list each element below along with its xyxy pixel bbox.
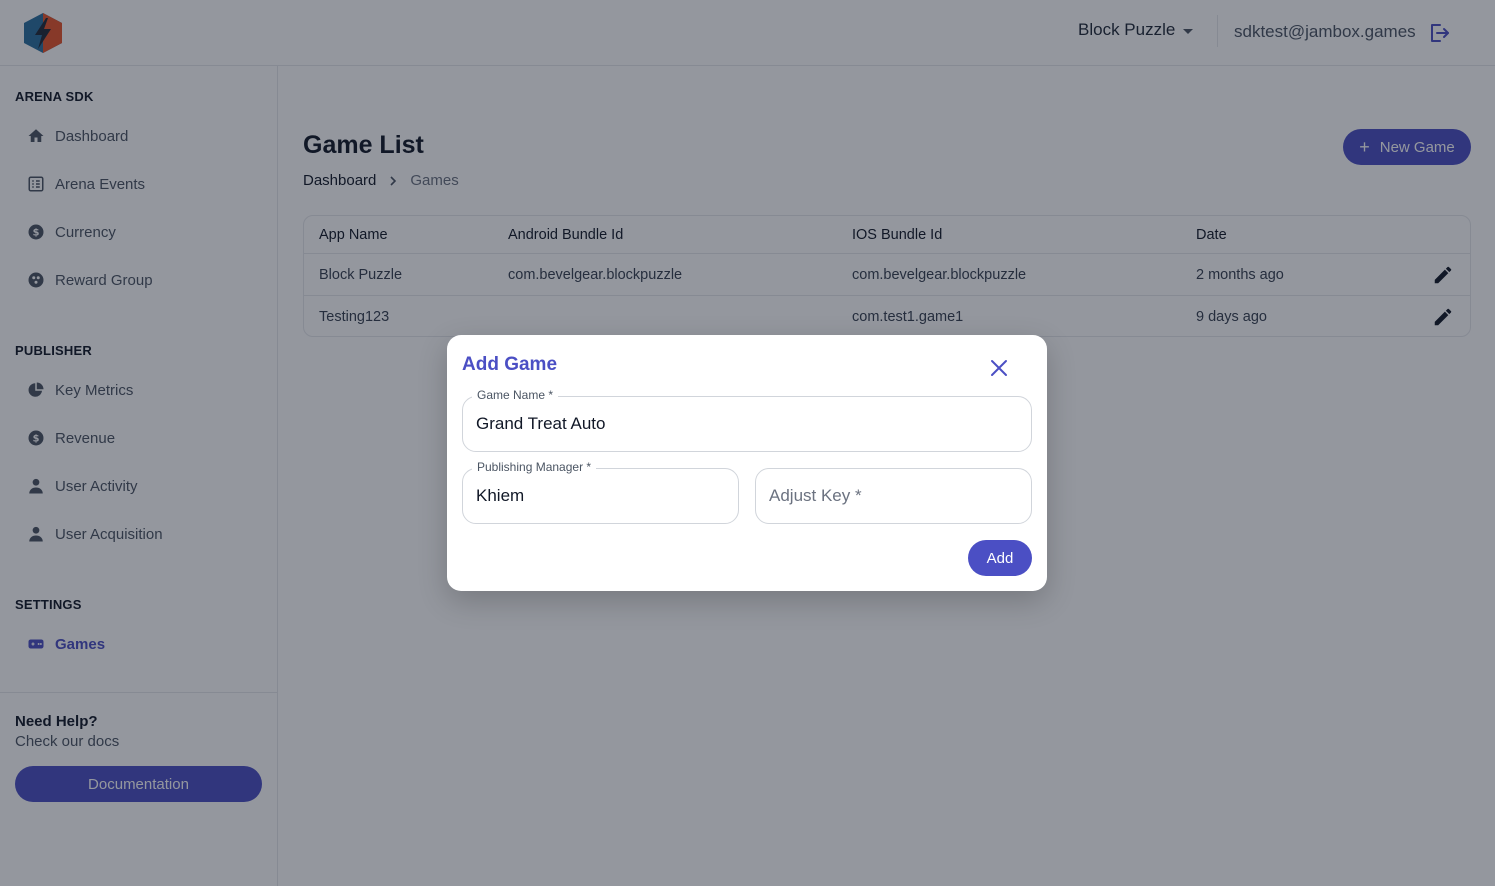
dialog-title: Add Game [462,354,558,375]
add-game-dialog: Add Game Game Name * Publishing Manager … [447,335,1047,591]
adjust-key-field [755,468,1032,524]
publishing-manager-field: Publishing Manager * [462,460,739,524]
close-icon[interactable] [988,357,1010,379]
game-name-input[interactable] [476,397,1018,451]
publishing-manager-input[interactable] [476,469,725,523]
add-button[interactable]: Add [968,540,1032,576]
adjust-key-input[interactable] [769,469,1018,523]
game-name-field: Game Name * [462,388,1032,452]
